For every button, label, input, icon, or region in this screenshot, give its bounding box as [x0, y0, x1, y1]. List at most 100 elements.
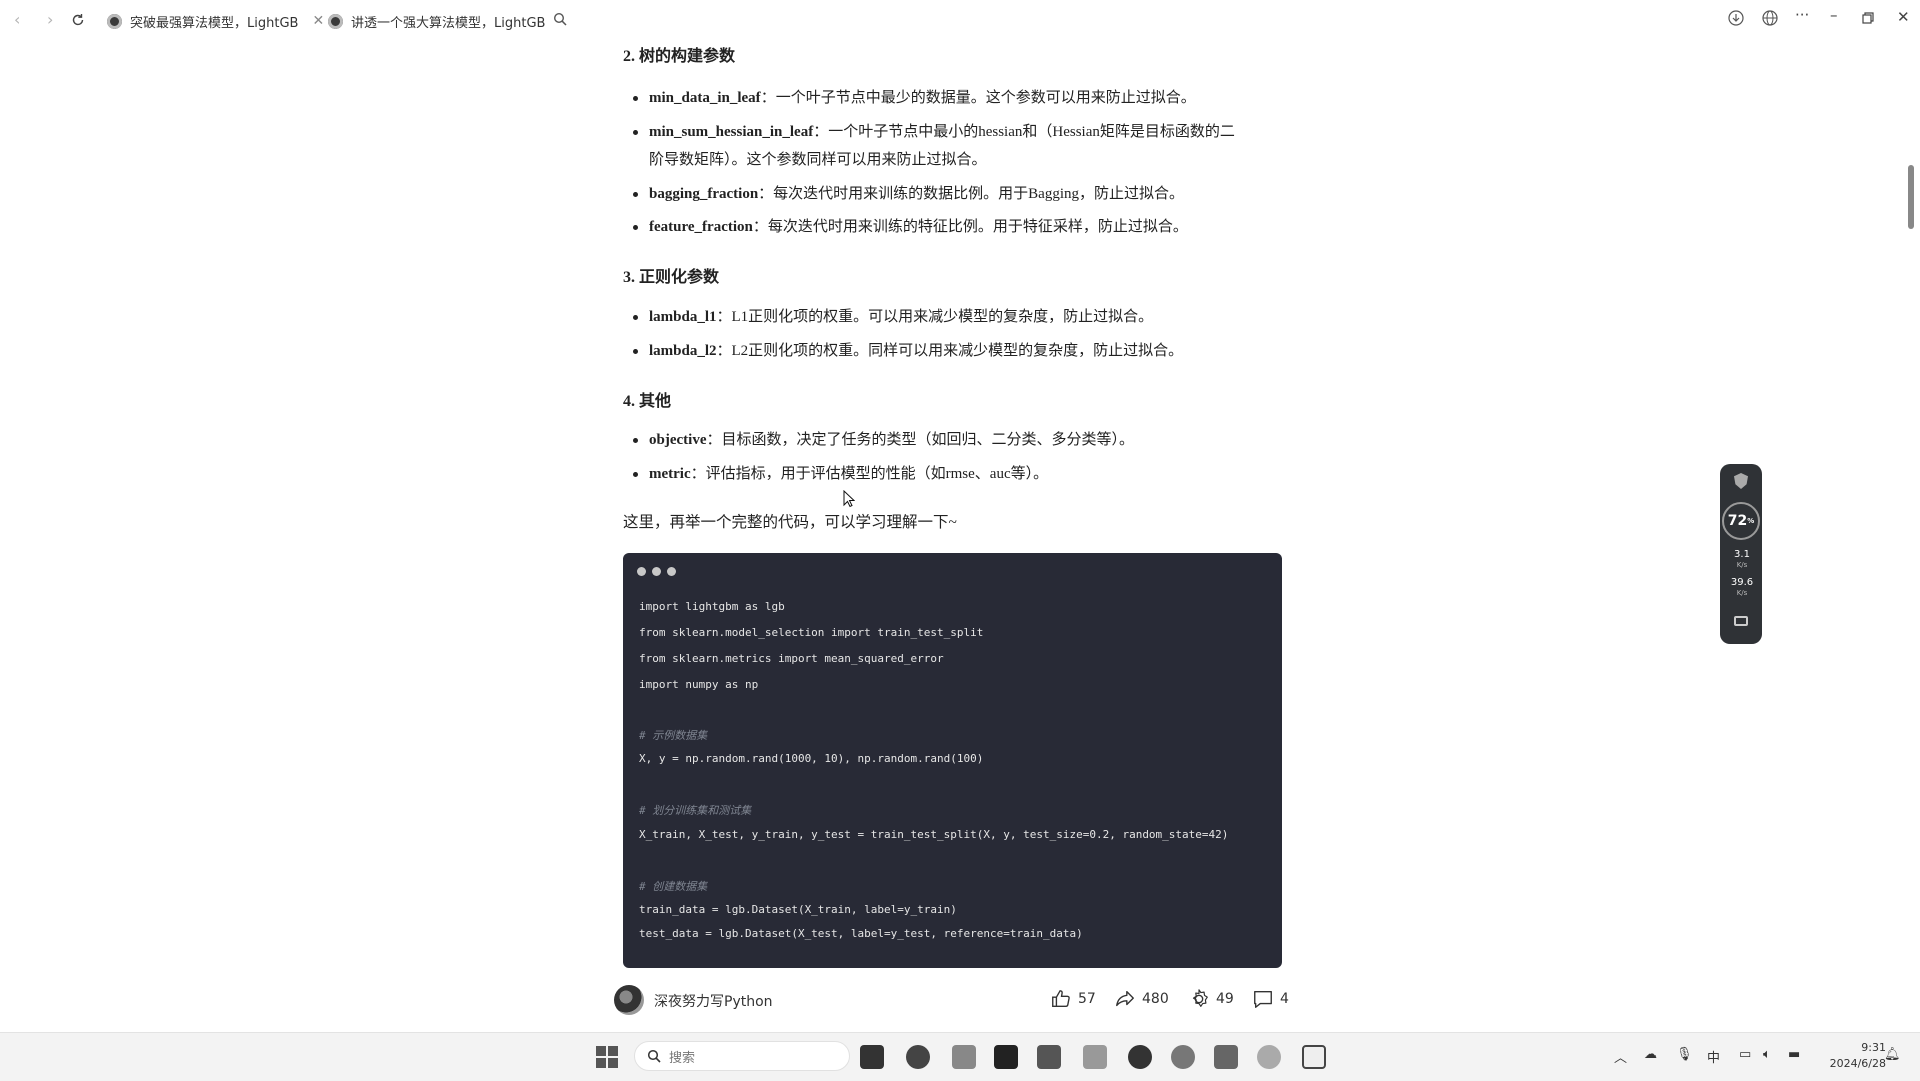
param-name: lambda_l1: [649, 309, 717, 325]
param-name: min_data_in_leaf: [649, 90, 761, 106]
clock-date: 2024/6/28: [1829, 1057, 1886, 1070]
taskbar: 搜索 ︿ ☁ 🎙︎ 中 ▭ 🔈︎ ▬ 9:31 2024/6/28 🔔︎: [0, 1032, 1920, 1081]
code-line: X_train, X_test, y_train, y_test = train…: [639, 828, 1229, 841]
avatar[interactable]: [614, 985, 644, 1015]
section-heading: 2. 树的构建参数: [623, 48, 736, 65]
param-name: feature_fraction: [649, 219, 753, 235]
browser-tab-1[interactable]: 突破最强算法模型，LightGB ✕: [107, 8, 324, 34]
taskbar-search-input[interactable]: 搜索: [634, 1041, 850, 1071]
browser-app-icon[interactable]: [906, 1045, 930, 1069]
favorite-count: 49: [1216, 991, 1234, 1007]
param-desc: ：L2正则化项的权重。同样可以用来减少模型的复杂度，防止过拟合。: [716, 343, 1184, 359]
forward-icon[interactable]: ›: [47, 10, 53, 29]
site-favicon-icon: [107, 13, 122, 29]
param-desc: ：每次迭代时用来训练的数据比例。用于Bagging，防止过拟合。: [758, 186, 1185, 202]
window-dots: [637, 567, 676, 576]
terminal-icon[interactable]: [994, 1045, 1018, 1069]
minimize-icon[interactable]: –: [1830, 6, 1838, 24]
clock[interactable]: 9:31 2024/6/28: [1806, 1040, 1886, 1072]
file-explorer-icon[interactable]: [952, 1045, 976, 1069]
param-desc-continued: 阶导数矩阵）。这个参数同样可以用来防止过拟合。: [649, 152, 987, 168]
code-line: X, y = np.random.rand(1000, 10), np.rand…: [639, 752, 984, 765]
code-comment: # 划分训练集和测试集: [639, 804, 752, 817]
scrollbar-thumb[interactable]: [1908, 165, 1914, 229]
taskbar-app-icon[interactable]: [1083, 1045, 1107, 1069]
more-options-icon[interactable]: ···: [1795, 6, 1809, 24]
param-name: objective: [649, 432, 707, 448]
restore-window-icon[interactable]: [1862, 10, 1874, 28]
list-item: lambda_l1：L1正则化项的权重。可以用来减少模型的复杂度，防止过拟合。: [633, 303, 1289, 331]
gear-favorite-icon: [1192, 989, 1208, 1007]
share-count: 480: [1142, 991, 1169, 1007]
browser-tab-2[interactable]: 讲透一个强大算法模型，LightGB: [328, 8, 545, 34]
cloud-icon[interactable]: ☁: [1644, 1047, 1657, 1062]
close-window-icon[interactable]: ✕: [1897, 8, 1910, 26]
code-line: import numpy as np: [639, 678, 759, 691]
shield-icon: [1734, 473, 1748, 489]
search-placeholder: 搜索: [669, 1050, 696, 1066]
section-heading: 3. 正则化参数: [623, 269, 720, 286]
list-item: feature_fraction：每次迭代时用来训练的特征比例。用于特征采样，防…: [633, 213, 1289, 241]
vscode-icon[interactable]: [1214, 1045, 1238, 1069]
list-item: metric：评估指标，用于评估模型的性能（如rmse、auc等）。: [633, 460, 1289, 488]
author-bar: 深夜努力写Python 57 480 49 4: [614, 983, 1294, 1019]
comment-count: 4: [1280, 991, 1289, 1007]
share-icon: [1116, 990, 1134, 1007]
tab-search-icon[interactable]: [553, 12, 567, 26]
taskbar-app-icon[interactable]: [1128, 1045, 1152, 1069]
usage-gauge: 72%: [1722, 502, 1760, 540]
notification-bell-icon[interactable]: 🔔︎: [1884, 1047, 1901, 1062]
mouse-cursor-icon: [843, 490, 855, 508]
taskbar-app-icon[interactable]: [860, 1045, 884, 1069]
favorite-button[interactable]: 49: [1188, 988, 1234, 1010]
microphone-icon[interactable]: 🎙︎: [1676, 1047, 1693, 1062]
download-speed: 39.6 K/s: [1725, 578, 1759, 598]
param-name: min_sum_hessian_in_leaf: [649, 124, 814, 140]
volume-icon[interactable]: 🔈︎: [1763, 1047, 1771, 1062]
search-icon: [647, 1049, 661, 1063]
tab-title: 突破最强算法模型，LightGB: [130, 15, 299, 31]
section-heading: 4. 其他: [623, 393, 672, 410]
usage-percent: 72: [1727, 513, 1748, 529]
ime-indicator[interactable]: 中: [1707, 1047, 1720, 1066]
wechat-icon[interactable]: [1257, 1045, 1281, 1069]
system-monitor-widget[interactable]: 72% 3.1 K/s 39.6 K/s: [1720, 464, 1762, 644]
thumbs-up-icon: [1052, 990, 1070, 1008]
taskbar-app-icon[interactable]: [1037, 1045, 1061, 1069]
clock-time: 9:31: [1861, 1041, 1886, 1054]
network-icon[interactable]: ▭: [1739, 1047, 1751, 1062]
like-button[interactable]: 57: [1050, 988, 1096, 1010]
code-block[interactable]: import lightgbm as lgb from sklearn.mode…: [623, 553, 1282, 968]
close-tab-icon[interactable]: ✕: [312, 13, 324, 29]
author-name[interactable]: 深夜努力写Python: [654, 991, 773, 1011]
start-windows-icon[interactable]: [595, 1045, 619, 1069]
comment-button[interactable]: 4: [1252, 988, 1289, 1010]
usage-unit: %: [1747, 517, 1755, 525]
code-comment: # 示例数据集: [639, 729, 708, 742]
upload-unit: K/s: [1736, 561, 1748, 569]
screen-record-icon[interactable]: [1302, 1045, 1326, 1069]
download-unit: K/s: [1736, 589, 1748, 597]
upload-speed: 3.1 K/s: [1725, 550, 1759, 570]
tab-title: 讲透一个强大算法模型，LightGB: [351, 15, 546, 31]
list-item: lambda_l2：L2正则化项的权重。同样可以用来减少模型的复杂度，防止过拟合…: [633, 337, 1289, 365]
list-item: objective：目标函数，决定了任务的类型（如回归、二分类、多分类等）。: [633, 426, 1289, 454]
reload-icon[interactable]: [71, 13, 85, 32]
param-name: bagging_fraction: [649, 186, 759, 202]
back-icon[interactable]: ‹: [14, 10, 20, 29]
list-item: min_data_in_leaf：一个叶子节点中最少的数据量。这个参数可以用来防…: [633, 84, 1289, 112]
param-desc: ：一个叶子节点中最少的数据量。这个参数可以用来防止过拟合。: [760, 90, 1196, 106]
code-line: train_data = lgb.Dataset(X_train, label=…: [639, 903, 957, 916]
chrome-icon[interactable]: [1171, 1045, 1195, 1069]
download-icon[interactable]: [1728, 10, 1744, 30]
comment-icon: [1254, 990, 1272, 1008]
intro-paragraph: 这里，再举一个完整的代码，可以学习理解一下~: [623, 514, 957, 531]
globe-icon[interactable]: [1762, 10, 1778, 30]
share-button[interactable]: 480: [1114, 988, 1169, 1010]
tray-overflow-icon[interactable]: ︿: [1614, 1047, 1627, 1066]
battery-icon[interactable]: ▬: [1788, 1047, 1800, 1062]
site-favicon-icon: [328, 13, 343, 29]
param-desc: ：目标函数，决定了任务的类型（如回归、二分类、多分类等）。: [706, 432, 1134, 448]
upload-value: 3.1: [1734, 549, 1750, 560]
camera-icon[interactable]: [1734, 616, 1748, 626]
